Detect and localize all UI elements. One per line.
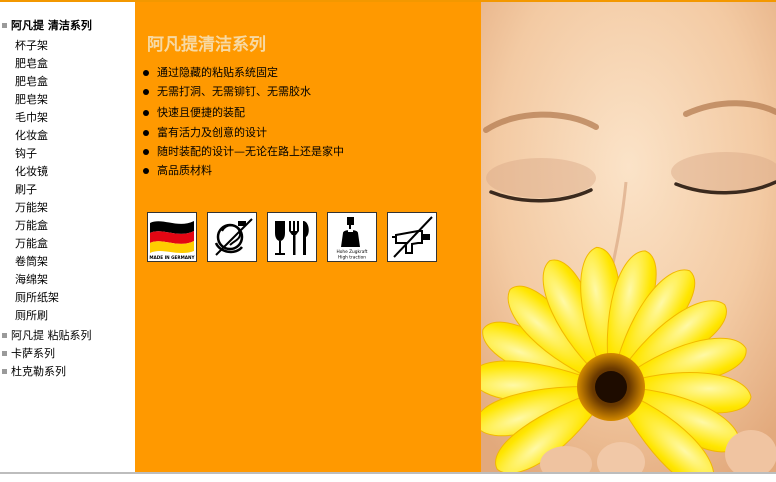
bottom-divider [0, 472, 776, 474]
category-adhesive-series[interactable]: 阿凡提 粘贴系列 [0, 327, 92, 345]
bullet-icon [143, 130, 149, 136]
feature-item: 随时装配的设计—无论在路上还是家中 [143, 144, 344, 160]
subitem-toilet-brush[interactable]: 厕所刷 [15, 307, 48, 325]
product-photo [481, 2, 776, 472]
category-dukler-series[interactable]: 杜克勒系列 [0, 363, 66, 381]
subitem-cosmetic-box[interactable]: 化妆盒 [15, 127, 48, 145]
bullet-icon [143, 168, 149, 174]
bullet-icon [143, 149, 149, 155]
bullet-icon [2, 369, 7, 374]
subitem-soap-box-2[interactable]: 肥皂盒 [15, 73, 48, 91]
bullet-icon [143, 89, 149, 95]
subitem-towel-rack[interactable]: 毛巾架 [15, 109, 48, 127]
subitem-hook[interactable]: 钩子 [15, 145, 37, 163]
page-title: 阿凡提清洁系列 [147, 35, 266, 55]
bullet-icon [143, 110, 149, 116]
category-casa-series[interactable]: 卡萨系列 [0, 345, 55, 363]
content-panel: 阿凡提清洁系列 通过隐藏的粘贴系统固定 无需打洞、无需铆钉、无需胶水 快速且便捷… [135, 2, 481, 472]
food-safe-icon [267, 212, 317, 262]
high-traction-caption-de: Hohe Zugkraft [337, 249, 368, 255]
category-cleaning-series[interactable]: 阿凡提 清洁系列 [0, 17, 92, 35]
subitem-soap-box[interactable]: 肥皂盒 [15, 55, 48, 73]
subitem-universal-box[interactable]: 万能盒 [15, 217, 48, 235]
subitem-universal-box-2[interactable]: 万能盒 [15, 235, 48, 253]
subitem-roll-holder[interactable]: 卷筒架 [15, 253, 48, 271]
subitem-makeup-mirror[interactable]: 化妆镜 [15, 163, 48, 181]
subitem-toilet-paper-rack[interactable]: 厕所纸架 [15, 289, 59, 307]
category-sidebar: 阿凡提 清洁系列 杯子架 肥皂盒 肥皂盒 肥皂架 毛巾架 化妆盒 钩子 化妆镜 … [0, 2, 135, 472]
woman-with-flower-image [481, 2, 776, 472]
bullet-icon [2, 333, 7, 338]
high-traction-caption-en: High traction [338, 255, 366, 261]
no-drill-icon [387, 212, 437, 262]
made-in-germany-icon: MADE IN GERMANY [147, 212, 197, 262]
subitem-universal-rack[interactable]: 万能架 [15, 199, 48, 217]
feature-item: 通过隐藏的粘贴系统固定 [143, 65, 278, 81]
subitem-sponge-rack[interactable]: 海绵架 [15, 271, 48, 289]
subitem-soap-rack[interactable]: 肥皂架 [15, 91, 48, 109]
subitem-cup-holder[interactable]: 杯子架 [15, 37, 48, 55]
bullet-icon [2, 23, 7, 28]
feature-item: 快速且便捷的装配 [143, 105, 245, 121]
bullet-icon [2, 351, 7, 356]
high-traction-icon: Hohe Zugkraft High traction [327, 212, 377, 262]
feature-item: 富有活力及创意的设计 [143, 125, 267, 141]
feature-item: 高品质材料 [143, 163, 212, 179]
no-drilling-icon [207, 212, 257, 262]
subitem-brush[interactable]: 刷子 [15, 181, 37, 199]
feature-item: 无需打洞、无需铆钉、无需胶水 [143, 84, 311, 100]
bullet-icon [143, 70, 149, 76]
made-in-germany-caption: MADE IN GERMANY [149, 255, 195, 260]
